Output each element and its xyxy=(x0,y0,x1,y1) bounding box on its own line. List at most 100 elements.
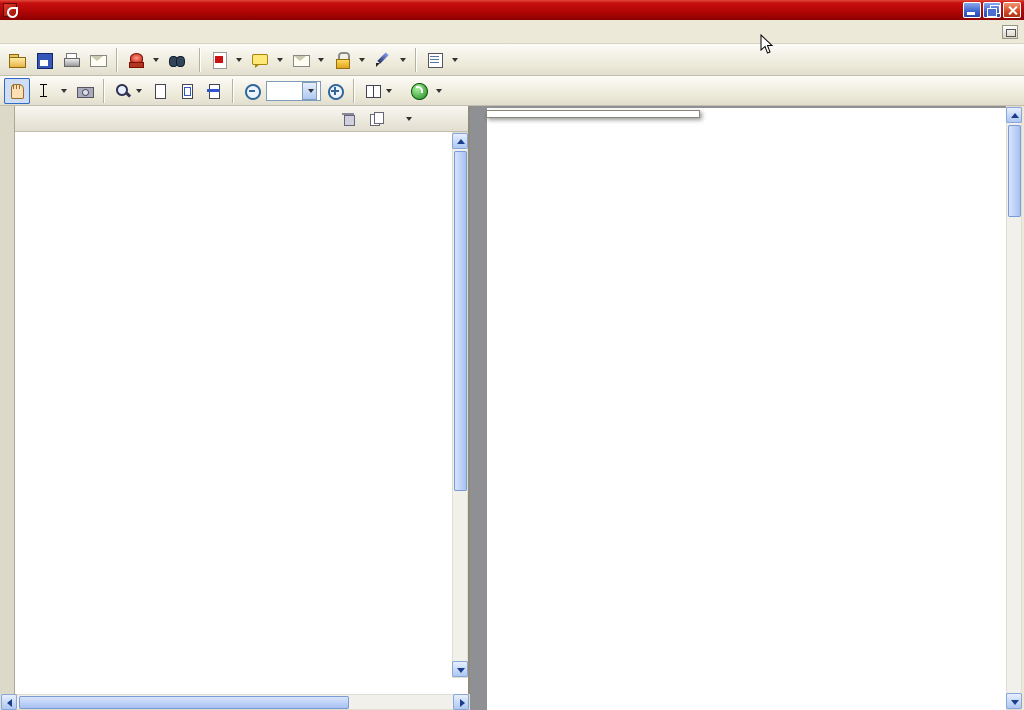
note-icon xyxy=(251,51,269,69)
stamp-button[interactable] xyxy=(123,47,163,73)
dropdown-arrow-icon xyxy=(406,116,412,121)
toolbar-separator xyxy=(103,78,105,103)
dropdown-arrow-icon xyxy=(153,57,159,62)
email-button[interactable] xyxy=(85,47,111,73)
scroll-left-button[interactable] xyxy=(1,694,17,710)
zoom-in-icon xyxy=(326,82,344,100)
page-layout-icon xyxy=(364,82,382,100)
file-toolbar xyxy=(0,44,1024,76)
titlebar xyxy=(0,0,1024,20)
bookmarks-vertical-scrollbar[interactable] xyxy=(452,132,468,678)
send-review-button[interactable] xyxy=(288,47,328,73)
document-area xyxy=(470,106,1006,710)
toolbar-separator xyxy=(353,78,355,103)
select-tool-button[interactable] xyxy=(31,78,71,104)
help-icon xyxy=(410,82,428,100)
dropdown-arrow-icon xyxy=(318,57,324,62)
bookmarks-horizontal-scrollbar[interactable] xyxy=(0,694,470,710)
zoom-out-icon xyxy=(243,82,261,100)
fit-width-icon xyxy=(205,82,223,100)
dropdown-arrow-icon xyxy=(236,57,242,62)
yahoo-search-button[interactable] xyxy=(397,78,405,104)
navigation-tab-strip xyxy=(0,106,15,694)
dropdown-arrow-icon xyxy=(400,57,406,62)
sign-button[interactable] xyxy=(370,47,410,73)
hand-icon xyxy=(8,82,26,100)
pdf-page xyxy=(487,108,1006,710)
stamp-icon xyxy=(127,51,145,69)
dropdown-arrow-icon xyxy=(61,88,67,93)
mdi-restore-button[interactable] xyxy=(1002,24,1018,39)
scrollbar-thumb[interactable] xyxy=(1008,125,1021,217)
toolbar-separator xyxy=(199,47,201,72)
bookmarks-options-button[interactable] xyxy=(396,106,416,132)
dropdown-arrow-icon xyxy=(136,88,142,93)
lock-icon xyxy=(333,51,351,69)
scroll-down-button[interactable] xyxy=(1006,693,1022,709)
menubar xyxy=(0,20,1024,44)
document-vertical-scrollbar[interactable] xyxy=(1006,106,1022,710)
bookmarks-list xyxy=(15,132,452,678)
zoom-tool-button[interactable] xyxy=(110,78,146,104)
bookmarks-panel xyxy=(15,106,470,694)
binoculars-icon xyxy=(168,51,186,69)
open-folder-icon xyxy=(8,51,26,69)
toolbar-separator xyxy=(232,78,234,103)
printer-icon xyxy=(62,51,80,69)
dropdown-arrow-icon xyxy=(307,88,314,93)
pen-icon xyxy=(374,51,392,69)
minimize-button[interactable] xyxy=(963,2,981,18)
send-review-icon xyxy=(292,51,310,69)
scrollbar-thumb[interactable] xyxy=(454,151,467,491)
snapshot-button[interactable] xyxy=(72,78,98,104)
bookmarks-panel-header xyxy=(15,106,468,132)
acrobat-app-icon xyxy=(3,3,18,18)
zoom-combo-arrow[interactable] xyxy=(302,81,317,100)
scroll-right-button[interactable] xyxy=(453,694,469,710)
save-button[interactable] xyxy=(31,47,57,73)
forms-button[interactable] xyxy=(422,47,462,73)
restore-button[interactable] xyxy=(983,2,1001,18)
close-button[interactable] xyxy=(1003,2,1021,18)
fit-page-icon xyxy=(178,82,196,100)
dropdown-arrow-icon xyxy=(436,88,442,93)
scroll-down-button[interactable] xyxy=(452,661,468,677)
help-button[interactable] xyxy=(406,78,446,104)
open-button[interactable] xyxy=(4,47,30,73)
ibeam-icon xyxy=(35,82,53,100)
pdf-icon xyxy=(210,51,228,69)
hand-tool-button[interactable] xyxy=(4,77,30,104)
acrobat-window: { "window": { "title": "Adobe Acrobat Pr… xyxy=(0,0,1024,710)
actual-size-button[interactable] xyxy=(147,78,173,104)
fit-width-button[interactable] xyxy=(201,78,227,104)
scroll-up-button[interactable] xyxy=(1006,107,1022,123)
scroll-up-button[interactable] xyxy=(452,133,468,149)
print-button[interactable] xyxy=(58,47,84,73)
save-icon xyxy=(35,51,53,69)
form-icon xyxy=(426,51,444,69)
view-toolbar xyxy=(0,76,1024,106)
bookmarks-header-tools xyxy=(340,106,416,132)
mouse-cursor xyxy=(760,34,774,54)
secure-button[interactable] xyxy=(329,47,369,73)
fit-page-button[interactable] xyxy=(174,78,200,104)
dropdown-arrow-icon xyxy=(359,57,365,62)
scrollbar-thumb[interactable] xyxy=(19,696,349,709)
zoom-in-button[interactable] xyxy=(322,78,348,104)
comment-markup-button[interactable] xyxy=(247,47,287,73)
dropdown-arrow-icon xyxy=(452,57,458,62)
page-layout-button[interactable] xyxy=(360,78,396,104)
actual-size-icon xyxy=(151,82,169,100)
context-menu xyxy=(486,110,700,118)
expand-bookmark-icon[interactable] xyxy=(368,110,386,128)
zoom-out-button[interactable] xyxy=(239,78,265,104)
camera-icon xyxy=(76,82,94,100)
dropdown-arrow-icon xyxy=(386,88,392,93)
zoom-level-combo[interactable] xyxy=(266,80,321,101)
create-pdf-button[interactable] xyxy=(206,47,246,73)
toolbar-separator xyxy=(415,47,417,72)
search-button[interactable] xyxy=(164,47,194,73)
email-icon xyxy=(89,51,107,69)
magnifier-icon xyxy=(114,82,132,100)
delete-bookmark-icon[interactable] xyxy=(340,110,358,128)
